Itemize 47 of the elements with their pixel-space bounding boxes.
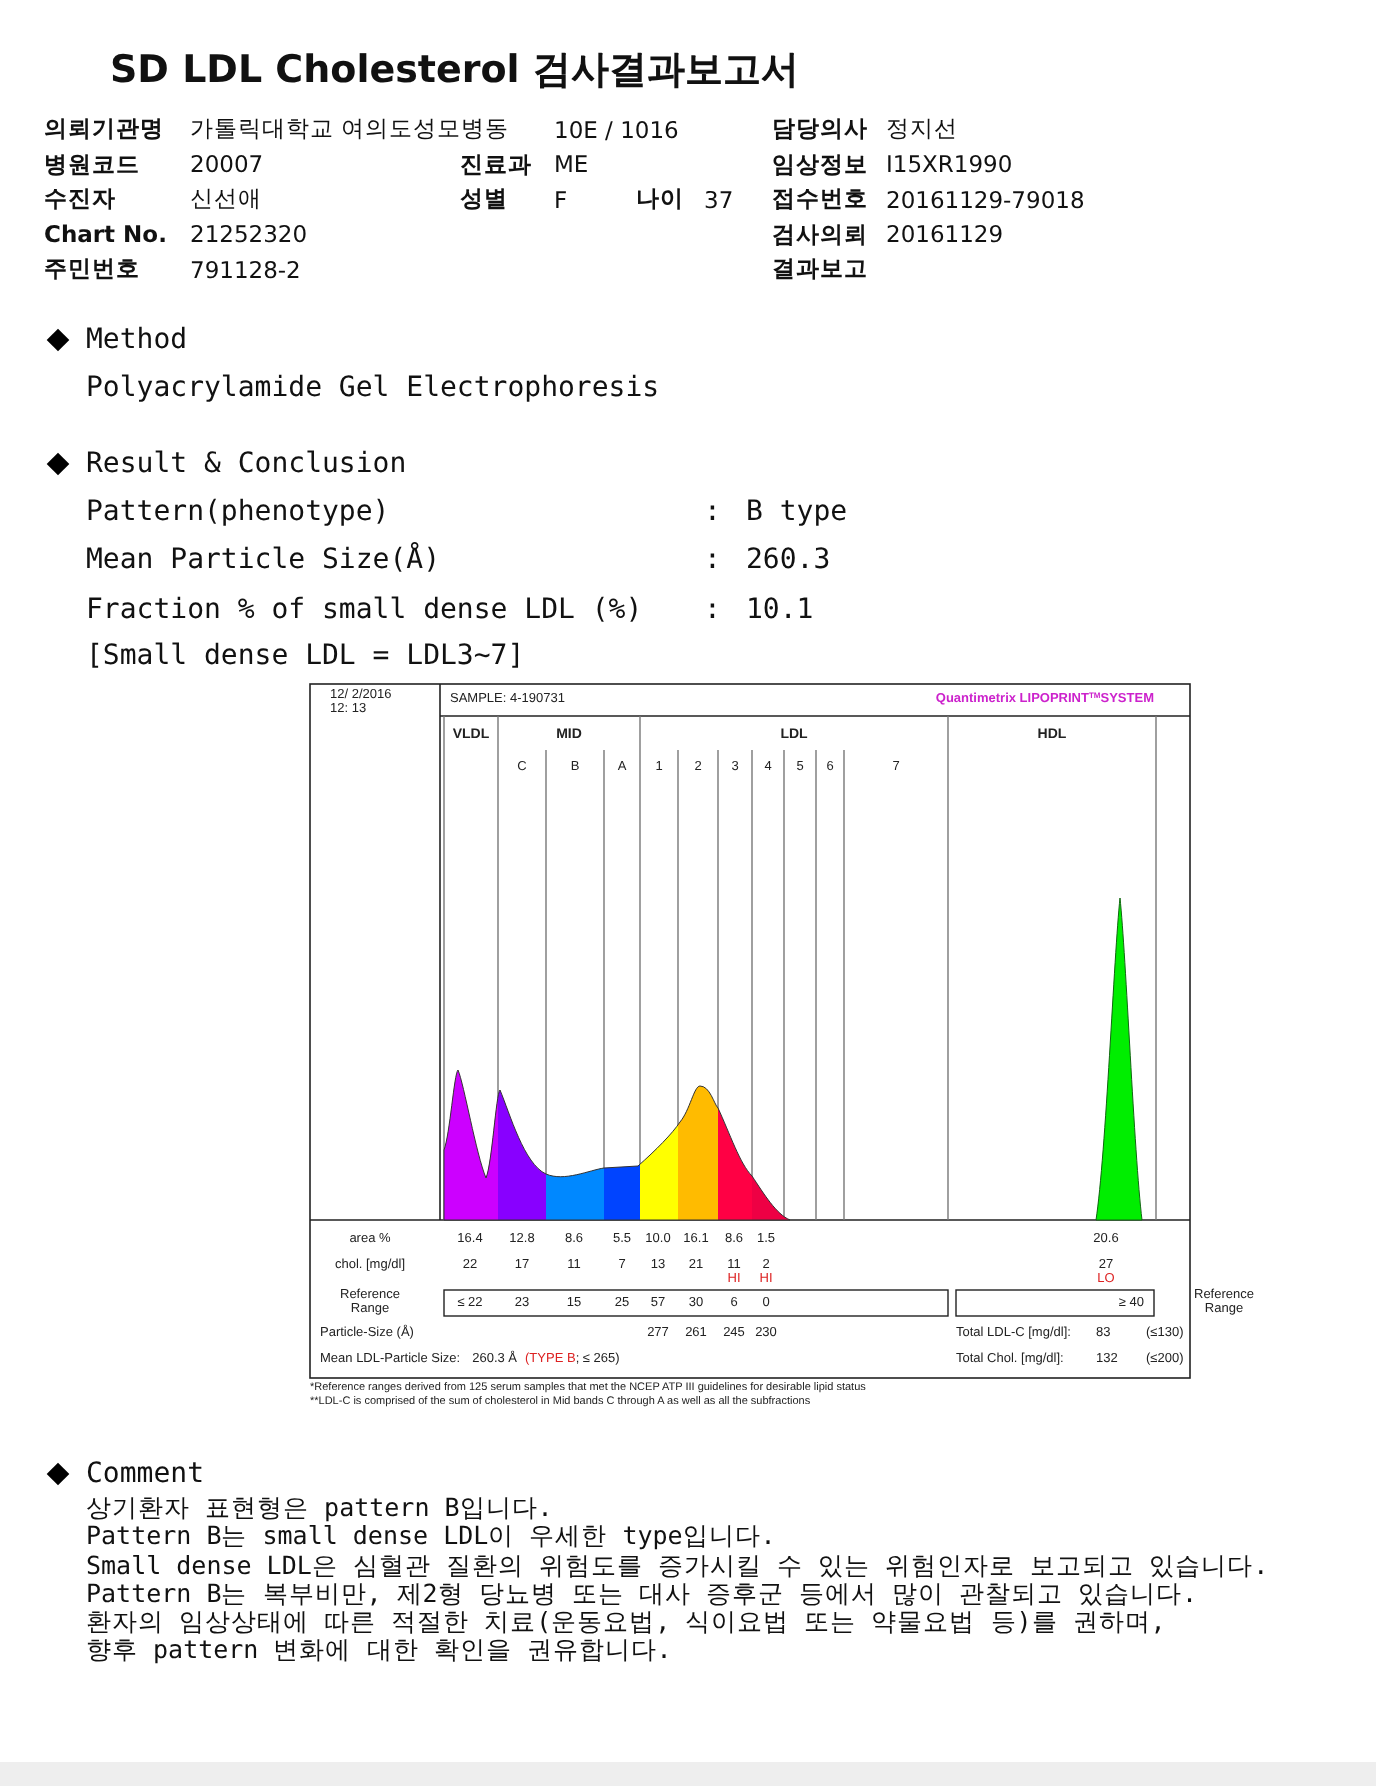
field-label: 결과보고 (772, 254, 868, 283)
field-value: 20161129 (886, 220, 1004, 249)
comment-line: Pattern B는 복부비만, 제2형 당뇨병 또는 대사 증후군 등에서 많이 관찰되고 있습니다. (84, 1579, 1198, 1609)
separator-text: : (704, 593, 723, 626)
field-value: 가톨릭대학교 여의도성모병동 (190, 114, 510, 145)
field-label: 접수번호 (772, 184, 868, 213)
field-label: 담당의사 (772, 114, 868, 143)
comment-line: 상기환자 표현형은 pattern B입니다. (84, 1494, 555, 1523)
result-value: B type (746, 495, 850, 528)
field-label: 수진자 (44, 184, 116, 213)
separator-text: : (704, 495, 723, 528)
field-value: 37 (704, 185, 734, 214)
result-label: Mean Particle Size(Å) (86, 544, 443, 577)
section-heading: Comment (86, 1458, 205, 1490)
comment-line: 환자의 임상상태에 따른 적절한 치료(운동요법, 식이요법 또는 약물요법 등)를 권하며, (84, 1608, 1168, 1637)
comment-line: 향후 pattern 변화에 대한 확인을 권유합니다. (84, 1636, 674, 1666)
separator-text: : (704, 544, 723, 577)
section-heading: Method (86, 323, 188, 355)
field-label: 임상정보 (772, 149, 868, 178)
field-label: 의뢰기관명 (44, 114, 164, 143)
field-value: F (554, 185, 568, 214)
field-value: 10E / 1016 (554, 115, 679, 144)
result-label: Pattern(phenotype) (86, 495, 392, 528)
result-note: [Small dense LDL = LDL3~7] (84, 638, 527, 676)
result-value: 10.1 (746, 593, 816, 626)
field-label: 주민번호 (44, 254, 140, 283)
field-value: I15XR1990 (886, 150, 1013, 179)
field-label: Chart No. (44, 220, 167, 249)
field-value: 신선애 (190, 184, 262, 215)
comment-line: Small dense LDL은 심혈관 질환의 위험도를 증가시킬 수 있는 위험인자로 보고되고 있습니다. (84, 1551, 1271, 1580)
field-label: 병원코드 (44, 149, 140, 178)
field-value: 정지선 (886, 114, 958, 145)
field-value: 20161129-79018 (886, 185, 1085, 214)
field-label: 나이 (636, 184, 684, 213)
section-heading: Result & Conclusion (86, 447, 407, 479)
field-value: ME (554, 150, 589, 179)
method-text: Polyacrylamide Gel Electrophoresis (84, 369, 662, 407)
result-label: Fraction % of small dense LDL (%) (86, 593, 645, 626)
field-label: 성별 (460, 184, 508, 213)
field-label: 진료과 (460, 149, 532, 178)
comment-line: Pattern B는 small dense LDL이 우세한 type입니다. (84, 1522, 778, 1552)
report-title: SD LDL Cholesterol 검사결과보고서 (108, 46, 801, 96)
field-value: 20007 (190, 150, 264, 179)
field-value: 791128-2 (190, 255, 301, 284)
field-value: 21252320 (190, 220, 308, 249)
field-label: 검사의뢰 (772, 219, 868, 248)
result-value: 260.3 (746, 544, 833, 577)
